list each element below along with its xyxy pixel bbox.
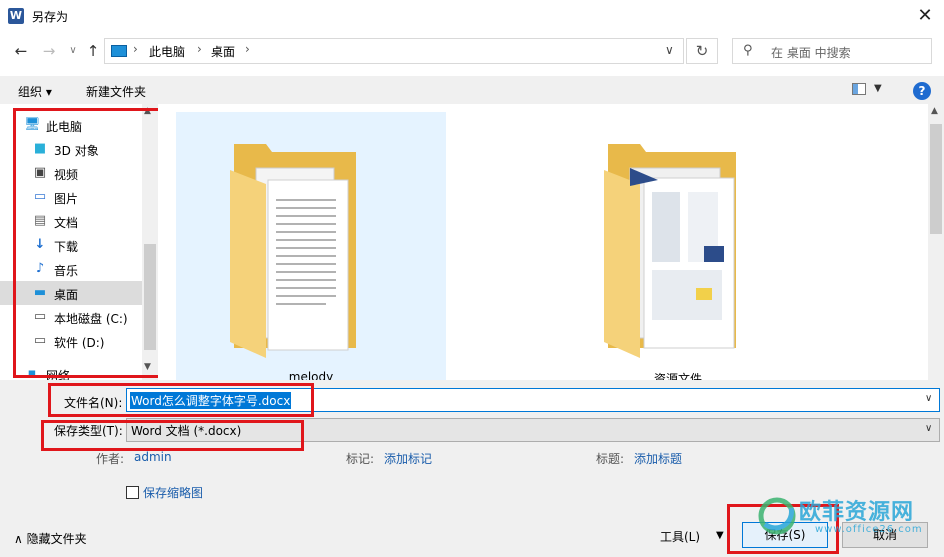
window-title: 另存为 [32, 10, 69, 24]
watermark-text: 欧菲资源网 [799, 500, 915, 525]
new-folder-button[interactable]: 新建文件夹 [86, 83, 146, 100]
view-options-icon[interactable] [852, 83, 866, 95]
toolbar: 组织 ▾ 新建文件夹 ▼ ? [0, 76, 944, 104]
folder-images-icon [604, 144, 736, 358]
content-scrollbar[interactable]: ▲ [928, 104, 944, 380]
watermark-logo-icon [758, 497, 796, 535]
view-dropdown-icon[interactable]: ▼ [874, 83, 882, 94]
save-thumbnail-checkbox[interactable] [126, 486, 139, 499]
scroll-up-icon[interactable]: ▲ [931, 106, 938, 116]
title-label: 标题: [596, 452, 625, 466]
scrollbar-thumb[interactable] [930, 124, 942, 234]
organize-button[interactable]: 组织 ▾ [18, 83, 52, 100]
breadcrumb-this-pc[interactable]: 此电脑 [149, 43, 185, 60]
title-value[interactable]: 添加标题 [634, 450, 682, 467]
search-placeholder: 在 桌面 中搜索 [771, 46, 851, 60]
hide-folders-button[interactable]: ∧ 隐藏文件夹 [14, 530, 87, 547]
chevron-down-icon[interactable]: ∨ [925, 393, 932, 404]
title-bar: W 另存为 ✕ [0, 0, 944, 32]
recent-locations-icon[interactable]: ∨ [64, 42, 82, 60]
watermark-url: www.office26.com [815, 524, 923, 535]
folder-tile-melody[interactable]: melody [176, 112, 446, 384]
highlight-box-filename [48, 383, 314, 417]
tags-label: 标记: [346, 452, 375, 466]
up-folder-icon[interactable]: ↑ [84, 42, 102, 60]
forward-icon[interactable]: → [40, 42, 58, 60]
tools-dropdown-icon[interactable]: ▼ [716, 530, 724, 541]
tools-button[interactable]: 工具(L) [660, 528, 700, 545]
address-bar[interactable]: › 此电脑 › 桌面 › ∨ [104, 38, 684, 64]
folder-documents-icon [230, 144, 356, 358]
search-input[interactable]: ⚲ 在 桌面 中搜索 [732, 38, 932, 64]
refresh-button[interactable]: ↻ [686, 38, 718, 64]
watermark: 欧菲资源网 www.office26.com [755, 488, 944, 548]
highlight-box-sidebar [13, 108, 169, 378]
file-list: melody 资源文件 ▲ [158, 104, 944, 386]
chevron-down-icon[interactable]: ∨ [665, 43, 674, 57]
breadcrumb-desktop[interactable]: 桌面 [211, 43, 235, 60]
close-button[interactable]: ✕ [910, 2, 940, 30]
chevron-down-icon[interactable]: ∨ [925, 423, 932, 434]
help-button[interactable]: ? [913, 82, 931, 100]
tags-value[interactable]: 添加标记 [384, 450, 432, 467]
author-label: 作者: [96, 452, 125, 466]
back-icon[interactable]: ← [12, 42, 30, 60]
computer-icon [111, 45, 127, 57]
word-app-icon: W [8, 8, 24, 24]
search-icon: ⚲ [743, 43, 753, 58]
author-value[interactable]: admin [134, 450, 172, 464]
highlight-box-filetype [41, 420, 304, 451]
save-thumbnail-label[interactable]: 保存缩略图 [143, 484, 203, 501]
folder-tile-resources[interactable]: 资源文件 [578, 112, 778, 386]
